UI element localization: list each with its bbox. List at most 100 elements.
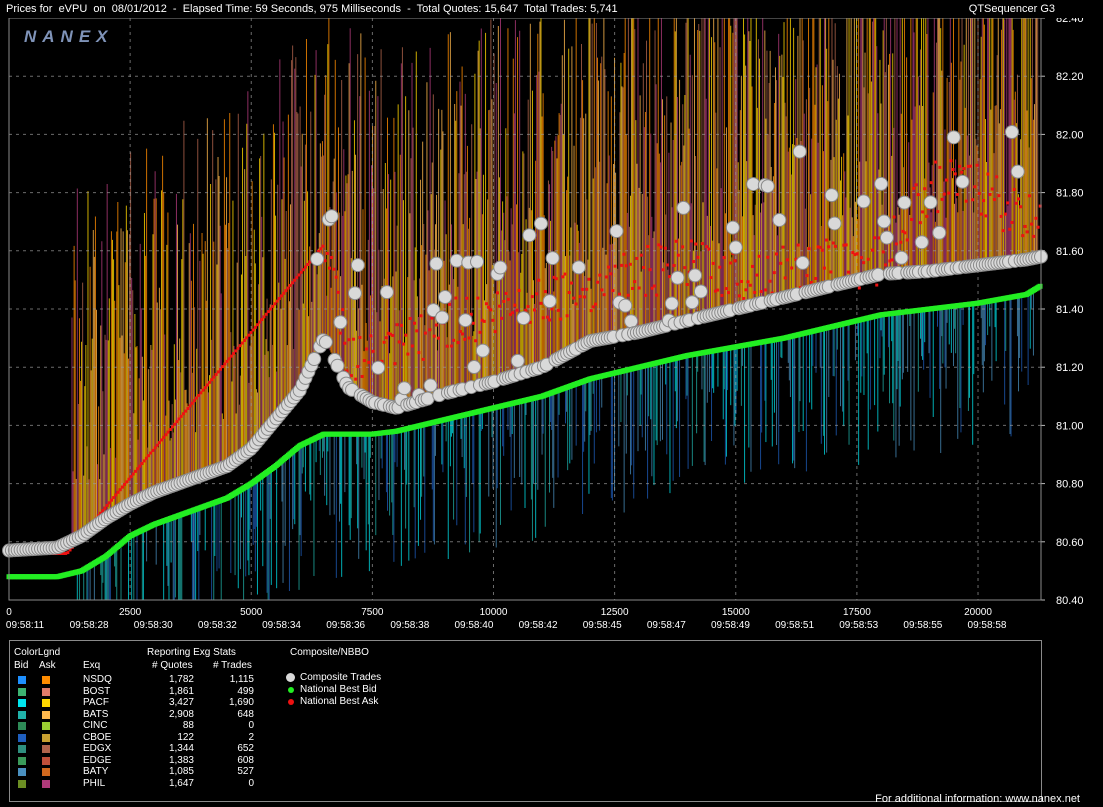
ask-point <box>1016 197 1020 201</box>
ask-point <box>999 214 1003 218</box>
price-chart[interactable]: NANEX 80.40 80.60 80.80 81.00 81.20 81.40 81.6… <box>0 18 1103 634</box>
ask-point <box>611 289 615 293</box>
ask-point <box>164 433 168 437</box>
ask-point <box>905 238 909 242</box>
ask-point <box>325 251 329 255</box>
ask-point <box>1010 220 1014 224</box>
ask-point <box>179 414 183 418</box>
ask-point <box>334 275 338 279</box>
exchange-code: CINC <box>83 720 108 731</box>
ask-point <box>805 274 809 278</box>
composite-legend-label: National Best Ask <box>300 696 379 707</box>
trade-point <box>688 268 703 283</box>
ask-point <box>914 183 918 187</box>
trade-point <box>467 360 482 375</box>
ask-point <box>955 192 959 196</box>
trade-count: 527 <box>237 766 254 777</box>
ask-point <box>256 323 260 327</box>
ask-point <box>495 291 499 295</box>
ask-point <box>873 236 877 240</box>
ask-point <box>452 338 456 342</box>
trade-point <box>725 220 740 235</box>
ask-point <box>982 199 986 203</box>
footer-info[interactable]: For additional information: www.nanex.ne… <box>875 793 1080 805</box>
ask-point <box>266 310 270 314</box>
ask-point <box>223 362 227 366</box>
ask-point <box>609 272 613 276</box>
ask-point <box>460 332 464 336</box>
ask-point <box>450 344 454 348</box>
ask-point <box>369 334 373 338</box>
x-tick-label-top: 20000 <box>964 607 992 618</box>
ask-point <box>478 330 482 334</box>
ask-point <box>177 417 181 421</box>
trade-count: 652 <box>237 743 254 754</box>
ask-point <box>995 175 999 179</box>
ask-point <box>934 160 938 164</box>
ask-point <box>833 244 837 248</box>
ask-point <box>280 294 284 298</box>
ask-point <box>107 501 111 505</box>
trade-point <box>310 252 325 267</box>
ask-point <box>796 243 800 247</box>
legend-reporting-header: Reporting Exg Stats <box>147 647 236 658</box>
ask-point <box>109 498 113 502</box>
ask-point <box>232 352 236 356</box>
x-tick-label-top: 12500 <box>601 607 629 618</box>
ask-point <box>580 287 584 291</box>
ask-point <box>655 293 659 297</box>
ask-point <box>247 333 251 337</box>
ask-point <box>284 289 288 293</box>
ask-point <box>216 370 220 374</box>
ask-point <box>753 290 757 294</box>
ask-point <box>543 290 547 294</box>
ask-point <box>129 475 133 479</box>
ask-point <box>866 257 870 261</box>
trade-point <box>379 285 394 300</box>
ask-point <box>157 441 161 445</box>
x-tick-label-time: 09:58:49 <box>711 620 750 631</box>
ask-point <box>112 496 116 500</box>
x-tick-label-top: 5000 <box>240 607 263 618</box>
trade-point <box>879 230 894 245</box>
ask-point <box>245 336 249 340</box>
ask-point <box>299 270 303 274</box>
ask-point <box>622 252 626 256</box>
trade-point <box>510 353 525 368</box>
ask-point <box>659 245 663 249</box>
ask-point <box>857 286 861 290</box>
ask-point <box>859 256 863 260</box>
ask-point <box>561 275 565 279</box>
ask-point <box>1034 216 1038 220</box>
ask-point <box>319 247 323 251</box>
ask-point <box>726 291 730 295</box>
bid-color-swatch <box>18 745 26 753</box>
ask-point <box>484 302 488 306</box>
ask-point <box>149 451 153 455</box>
ask-point <box>779 261 783 265</box>
ask-point <box>273 302 277 306</box>
trade-point <box>333 315 348 330</box>
ask-point <box>491 318 495 322</box>
ask-color-swatch <box>42 687 50 696</box>
ask-point <box>768 279 772 283</box>
ask-point <box>1003 212 1007 216</box>
trade-point <box>914 235 929 250</box>
ask-point <box>942 192 946 196</box>
ask-point <box>225 359 229 363</box>
ask-point <box>958 164 962 168</box>
ask-color-swatch <box>42 676 50 684</box>
ask-point <box>556 308 560 312</box>
ask-point <box>365 347 369 351</box>
trade-count: 1,690 <box>228 697 254 708</box>
ask-point <box>881 250 885 254</box>
ask-point <box>498 304 502 308</box>
y-tick-label: 80.40 <box>1056 595 1084 607</box>
ask-point <box>205 383 209 387</box>
ask-color-swatch <box>42 756 50 765</box>
ask-point <box>351 337 355 341</box>
composite-legend-item: National Best Bid <box>286 684 426 696</box>
ask-point <box>921 210 925 214</box>
ask-point <box>537 278 541 282</box>
ask-point <box>127 477 131 481</box>
